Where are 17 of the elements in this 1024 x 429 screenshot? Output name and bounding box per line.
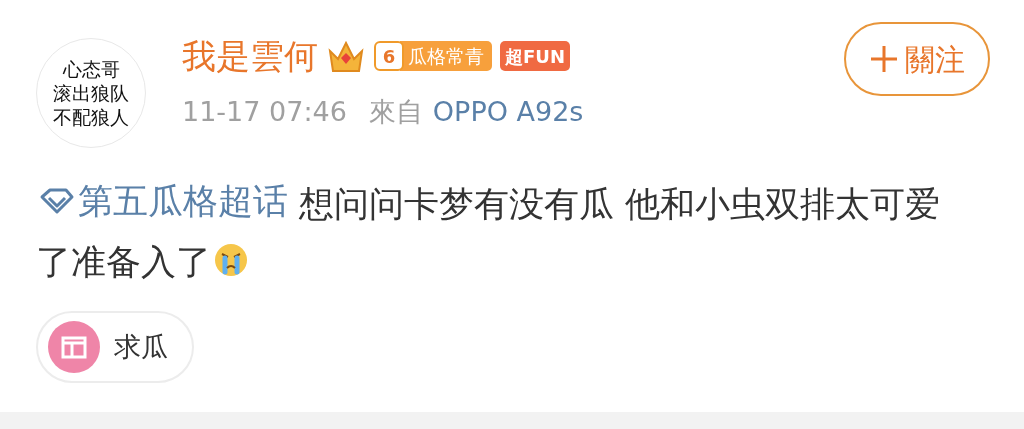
crying-face-icon [213, 242, 249, 278]
level-badge: 6 [374, 41, 404, 71]
post-time: 11-17 07:46 [182, 95, 347, 129]
source-label: 來自 [368, 95, 423, 129]
user-name[interactable]: 我是雲何 [182, 30, 318, 82]
table-icon [48, 321, 100, 373]
fan-badge: 瓜格常青 [400, 41, 492, 71]
post-text: 第五瓜格超话 想问问卡梦有没有瓜 他和小虫双排太可爱了准备入了 [36, 172, 971, 291]
avatar-text: 心态哥 [62, 57, 120, 81]
avatar-text: 不配狼人 [53, 105, 129, 129]
topic-chip[interactable]: 求瓜 [36, 311, 194, 383]
follow-button[interactable]: 關注 [844, 22, 990, 96]
avatar-text: 滚出狼队 [53, 81, 129, 105]
topic-link[interactable]: 第五瓜格超话 [36, 172, 288, 230]
tag-badge: 超FUN [500, 41, 570, 71]
plus-icon [869, 44, 899, 74]
device-link[interactable]: OPPO A92s [432, 92, 584, 133]
